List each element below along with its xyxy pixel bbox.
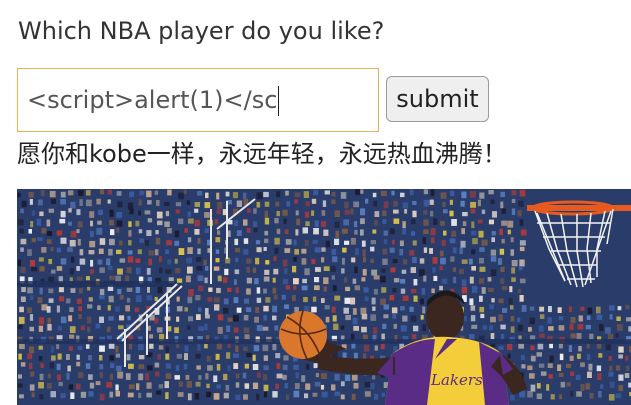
photo-illustration: Lakers [17,189,631,405]
player-form: <script>alert(1)</sc submit [17,68,617,132]
player-name-input[interactable]: <script>alert(1)</sc [17,68,379,132]
result-message: 愿你和kobe一样，永远年轻，永远热血沸腾！ [17,140,507,168]
kobe-dunk-photo: Lakers [17,189,631,405]
submit-button[interactable]: submit [386,76,489,122]
jersey-text: Lakers [430,371,483,389]
text-caret [278,86,280,116]
question-label: Which NBA player do you like? [18,17,385,45]
input-value: <script>alert(1)</sc [27,86,278,114]
